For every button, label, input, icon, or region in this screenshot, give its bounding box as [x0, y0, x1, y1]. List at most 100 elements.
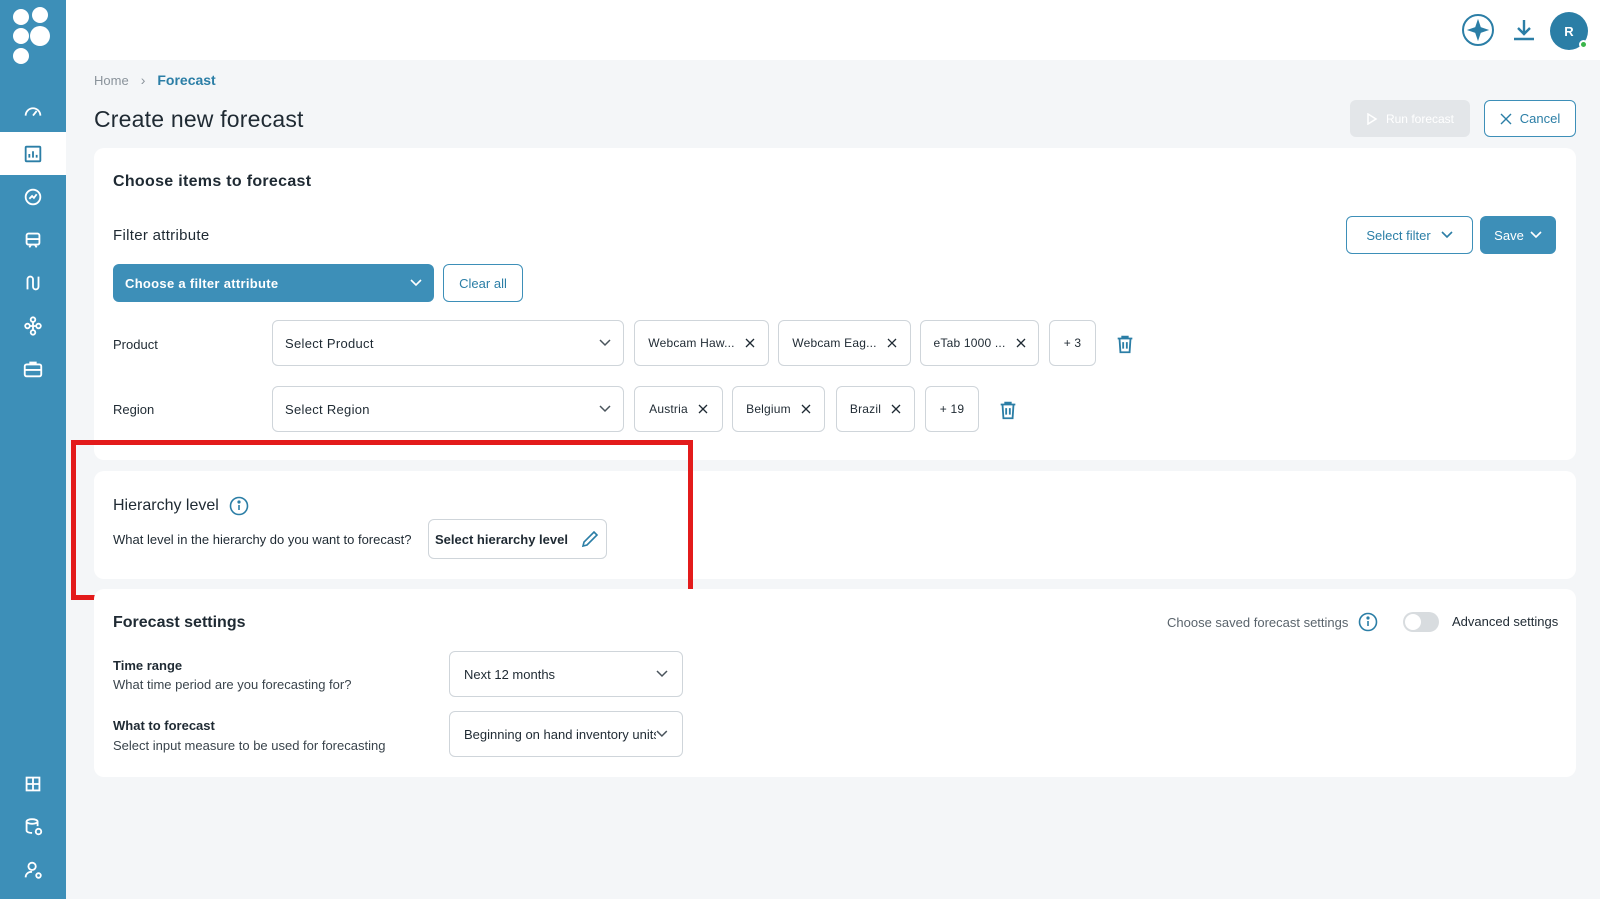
- forecast-settings-title: Forecast settings: [113, 614, 246, 631]
- user-settings-icon: [24, 861, 42, 879]
- select-filter-button[interactable]: Select filter: [1346, 216, 1473, 254]
- reports-icon: [25, 776, 41, 791]
- supply-icon: [25, 232, 41, 248]
- sidebar-item-briefcase[interactable]: [0, 347, 66, 390]
- breadcrumb-current: Forecast: [157, 72, 216, 88]
- chip-label: Brazil: [849, 402, 882, 416]
- what-to-forecast-value: Beginning on hand inventory units: [464, 726, 657, 742]
- chip-label: Belgium: [746, 402, 791, 416]
- product-chip[interactable]: Webcam Eag...: [778, 320, 911, 366]
- briefcase-icon: [23, 361, 43, 377]
- select-hierarchy-level-button[interactable]: Select hierarchy level: [428, 519, 607, 559]
- chevron-down-icon: [1530, 231, 1542, 239]
- chevron-down-icon: [656, 730, 668, 738]
- dashboard-icon: [24, 106, 42, 116]
- trash-icon[interactable]: [1114, 333, 1136, 355]
- clear-all-button[interactable]: Clear all: [443, 264, 523, 302]
- close-icon: [1500, 113, 1512, 124]
- sidebar-item-reports[interactable]: [0, 762, 66, 805]
- close-icon[interactable]: [891, 404, 901, 414]
- analytics-icon: [24, 188, 42, 205]
- product-select-placeholder: Select Product: [285, 335, 374, 351]
- chevron-down-icon: [599, 339, 611, 347]
- page-title: Create new forecast: [94, 106, 304, 132]
- app-logo[interactable]: [10, 6, 56, 70]
- chevron-down-icon: [599, 405, 611, 413]
- sidebar-item-network[interactable]: [0, 304, 66, 347]
- avatar-initial: R: [1564, 23, 1574, 39]
- chip-label: Webcam Haw...: [648, 336, 735, 350]
- close-icon[interactable]: [1016, 338, 1026, 348]
- data-settings-icon: [25, 817, 43, 835]
- top-bar: R: [66, 0, 1600, 60]
- select-hierarchy-level-label: Select hierarchy level: [435, 531, 568, 547]
- region-chip[interactable]: Belgium: [732, 386, 825, 432]
- hierarchy-question: What level in the hierarchy do you want …: [113, 532, 412, 547]
- close-icon[interactable]: [801, 404, 811, 414]
- info-icon[interactable]: [229, 496, 249, 516]
- breadcrumb: Home › Forecast: [94, 72, 216, 88]
- chevron-down-icon: [410, 279, 422, 287]
- online-status-dot: [1579, 40, 1588, 49]
- save-button[interactable]: Save: [1480, 216, 1556, 254]
- advanced-settings-label: Advanced settings: [1452, 614, 1559, 629]
- filter-attribute-label: Filter attribute: [113, 227, 210, 244]
- ai-assistant-button[interactable]: [1460, 12, 1496, 48]
- play-icon: [1367, 112, 1378, 125]
- chip-label: Webcam Eag...: [792, 336, 877, 350]
- close-icon[interactable]: [698, 404, 708, 414]
- chip-label: eTab 1000 ...: [933, 336, 1006, 350]
- product-chip[interactable]: eTab 1000 ...: [920, 320, 1039, 366]
- product-select[interactable]: Select Product: [272, 320, 624, 366]
- time-range-dropdown[interactable]: Next 12 months: [449, 651, 683, 697]
- sidebar-item-forecast[interactable]: [0, 132, 66, 175]
- save-label: Save: [1494, 227, 1524, 243]
- trash-icon[interactable]: [997, 399, 1019, 421]
- product-more-chip[interactable]: + 3: [1049, 320, 1096, 366]
- region-select[interactable]: Select Region: [272, 386, 624, 432]
- run-forecast-label: Run forecast: [1385, 111, 1455, 126]
- chevron-down-icon: [1441, 231, 1453, 239]
- product-chip[interactable]: Webcam Haw...: [634, 320, 769, 366]
- chevron-down-icon: [656, 670, 668, 678]
- select-filter-label: Select filter: [1366, 227, 1431, 243]
- what-to-forecast-description: Select input measure to be used for fore…: [113, 738, 386, 753]
- choose-saved-settings-label: Choose saved forecast settings: [1167, 614, 1349, 630]
- choose-saved-settings[interactable]: Choose saved forecast settings: [1167, 612, 1378, 632]
- cancel-button[interactable]: Cancel: [1484, 100, 1576, 137]
- pencil-icon: [581, 530, 599, 548]
- chip-label: Austria: [649, 402, 688, 416]
- region-filter-label: Region: [113, 402, 155, 417]
- sidebar-item-analytics[interactable]: [0, 175, 66, 218]
- sparkle-icon: [1462, 14, 1494, 46]
- breadcrumb-home[interactable]: Home: [94, 73, 129, 88]
- toggle-knob: [1405, 614, 1421, 630]
- region-chip[interactable]: Brazil: [836, 386, 915, 432]
- region-select-placeholder: Select Region: [285, 401, 370, 417]
- sidebar-item-supply[interactable]: [0, 218, 66, 261]
- info-icon[interactable]: [1358, 612, 1378, 632]
- what-to-forecast-title: What to forecast: [113, 718, 215, 733]
- region-more-chip[interactable]: + 19: [925, 386, 979, 432]
- sidebar-item-route[interactable]: [0, 261, 66, 304]
- avatar[interactable]: R: [1550, 12, 1588, 50]
- choose-filter-attribute-dropdown[interactable]: Choose a filter attribute: [113, 264, 434, 302]
- hierarchy-title: Hierarchy level: [113, 496, 249, 516]
- close-icon[interactable]: [887, 338, 897, 348]
- region-chip[interactable]: Austria: [634, 386, 723, 432]
- sidebar-item-user-settings[interactable]: [0, 848, 66, 891]
- close-icon[interactable]: [745, 338, 755, 348]
- sidebar: [0, 0, 66, 899]
- product-filter-label: Product: [113, 337, 158, 352]
- download-icon: [1514, 20, 1534, 41]
- time-range-value: Next 12 months: [464, 666, 556, 682]
- forecast-chart-icon: [24, 145, 42, 162]
- download-button[interactable]: [1506, 12, 1542, 48]
- network-icon: [24, 315, 42, 336]
- sidebar-item-dashboard[interactable]: [0, 89, 66, 132]
- what-to-forecast-dropdown[interactable]: Beginning on hand inventory units: [449, 711, 683, 757]
- run-forecast-button[interactable]: Run forecast: [1350, 100, 1470, 137]
- advanced-settings-toggle[interactable]: [1403, 612, 1439, 632]
- hierarchy-card: [94, 471, 1576, 579]
- sidebar-item-data-settings[interactable]: [0, 805, 66, 848]
